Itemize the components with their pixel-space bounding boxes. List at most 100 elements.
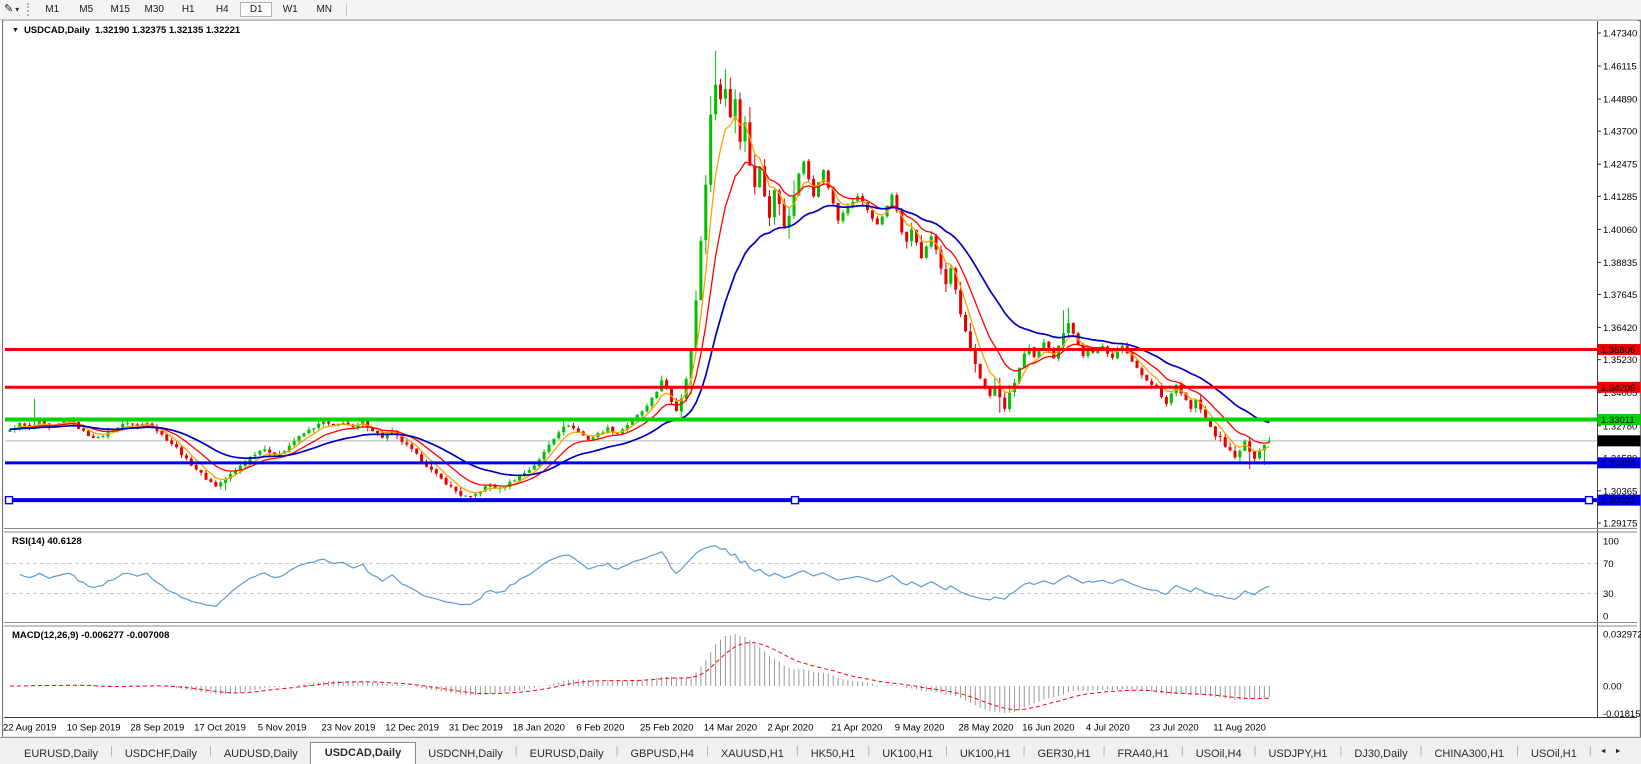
price-tick-label: 1.42475 <box>1603 160 1637 171</box>
line-handle[interactable] <box>790 495 800 505</box>
line-handle[interactable] <box>1584 495 1594 505</box>
candle-body <box>719 84 722 100</box>
candle-body <box>131 423 134 425</box>
candle-body <box>959 289 963 315</box>
candle-body <box>513 480 517 482</box>
candle-body <box>709 114 713 185</box>
line-handle[interactable] <box>4 495 14 505</box>
candle-body <box>180 447 183 456</box>
candle-body <box>1003 397 1007 409</box>
price-box-label: 1.31405 <box>1601 458 1635 469</box>
candle-body <box>23 423 27 426</box>
candle-body <box>645 405 649 412</box>
macd-tick-label: 0.032972 <box>1603 630 1641 641</box>
macd-tick-label: 0.00 <box>1603 682 1622 693</box>
date-label: 6 Feb 2020 <box>576 723 624 734</box>
price-tick-label: 1.37645 <box>1603 290 1637 301</box>
chart-title[interactable]: ▼ USDCAD,Daily 1.32190 1.32375 1.32135 1… <box>12 25 240 36</box>
candle-body <box>86 430 90 437</box>
candle-body <box>807 161 811 180</box>
tab-usdchf-daily[interactable]: USDCHF,Daily <box>113 744 209 764</box>
candle-body <box>91 435 95 438</box>
tab-uk100-h1[interactable]: UK100,H1 <box>948 744 1023 764</box>
candle-body <box>919 242 923 259</box>
candle-body <box>880 216 884 225</box>
candle-body <box>317 423 321 428</box>
candle-body <box>1135 361 1139 368</box>
tab-usoil-h1[interactable]: USOil,H1 <box>1519 744 1589 764</box>
candle-body <box>209 479 213 483</box>
date-label: 4 Jul 2020 <box>1086 723 1130 734</box>
tab-uk100-h1[interactable]: UK100,H1 <box>870 744 945 764</box>
price-tick-label: 1.43700 <box>1603 127 1637 138</box>
candle-body <box>557 432 561 439</box>
candle-body <box>464 495 468 497</box>
candle-body <box>576 428 580 432</box>
tab-eurusd-daily[interactable]: EURUSD,Daily <box>518 744 616 764</box>
collapse-triangle-icon[interactable]: ▼ <box>12 27 19 34</box>
candle-body <box>331 423 335 426</box>
macd-indicator-label: MACD(12,26,9) -0.006277 -0.007008 <box>12 630 170 641</box>
tab-usdcnh-daily[interactable]: USDCNH,Daily <box>416 744 515 764</box>
date-label: 9 May 2020 <box>895 723 945 734</box>
tab-audusd-daily[interactable]: AUDUSD,Daily <box>212 744 310 764</box>
candle-body <box>214 482 218 487</box>
chart-canvas[interactable]: 1.47340 1.46115 1.44890 1.43700 1.42475 1.412… <box>0 0 1641 764</box>
candle-body <box>714 84 718 115</box>
date-label: 23 Jul 2020 <box>1150 723 1199 734</box>
tab-dj30-daily[interactable]: DJ30,Daily <box>1342 744 1419 764</box>
candle-body <box>787 215 791 227</box>
candle-body <box>1022 353 1026 369</box>
tab-scroll-arrows: ◄ ► <box>1600 748 1622 755</box>
price-tick-label: 1.47340 <box>1603 29 1637 40</box>
candle-body <box>910 229 914 242</box>
candle-body <box>674 401 678 411</box>
rsi-tick-label: 100 <box>1603 537 1619 548</box>
candle-body <box>312 428 316 430</box>
tab-xauusd-h1[interactable]: XAUUSD,H1 <box>709 744 796 764</box>
candle-body <box>586 435 590 440</box>
tab-china300-h1[interactable]: CHINA300,H1 <box>1422 744 1516 764</box>
candle-body <box>469 496 473 498</box>
tab-hk50-h1[interactable]: HK50,H1 <box>799 744 868 764</box>
symbol-tab-bar: EURUSD,Daily | USDCHF,Daily | AUDUSD,Daily US… <box>0 737 1641 764</box>
candle-body <box>327 421 330 424</box>
candle-body <box>219 482 223 487</box>
candle-body <box>1140 368 1144 376</box>
candle-body <box>258 450 262 455</box>
tab-gbpusd-h4[interactable]: GBPUSD,H4 <box>618 744 706 764</box>
candle-body <box>1150 380 1154 385</box>
candle-body <box>1253 451 1257 459</box>
candle-body <box>1233 450 1237 458</box>
candle-body <box>655 391 659 398</box>
candle-body <box>1071 322 1075 334</box>
candle-body <box>547 444 551 452</box>
date-label: 11 Aug 2020 <box>1213 723 1266 734</box>
chart-window-bg <box>3 20 1638 736</box>
symbol-name: USDCAD,Daily <box>23 25 90 36</box>
tab-fra40-h1[interactable]: FRA40,H1 <box>1106 744 1181 764</box>
candle-body <box>297 435 301 441</box>
tab-usoil-h4[interactable]: USOil,H4 <box>1184 744 1254 764</box>
scroll-left-icon[interactable]: ◄ <box>1600 748 1607 755</box>
price-tick-label: 1.40060 <box>1603 225 1637 236</box>
candle-body <box>973 349 977 364</box>
candle-body <box>748 122 752 166</box>
candle-body <box>126 423 130 425</box>
price-tick-label: 1.41285 <box>1603 192 1637 203</box>
date-label: 10 Sep 2019 <box>67 723 121 734</box>
tab-usdcad-daily[interactable]: USDCAD,Daily <box>309 742 417 764</box>
tab-usdjpy-h1[interactable]: USDJPY,H1 <box>1256 744 1339 764</box>
candle-body <box>194 465 198 470</box>
tab-eurusd-daily[interactable]: EURUSD,Daily <box>12 744 110 764</box>
tab-ger30-h1[interactable]: GER30,H1 <box>1025 744 1102 764</box>
candle-body <box>542 452 546 460</box>
candle-body <box>772 190 776 218</box>
scroll-right-icon[interactable]: ► <box>1615 748 1622 755</box>
candle-body <box>121 423 125 428</box>
candle-body <box>723 88 727 99</box>
candle-body <box>572 425 575 429</box>
candle-body <box>415 448 419 454</box>
candle-body <box>429 466 433 470</box>
candle-body <box>204 472 208 480</box>
